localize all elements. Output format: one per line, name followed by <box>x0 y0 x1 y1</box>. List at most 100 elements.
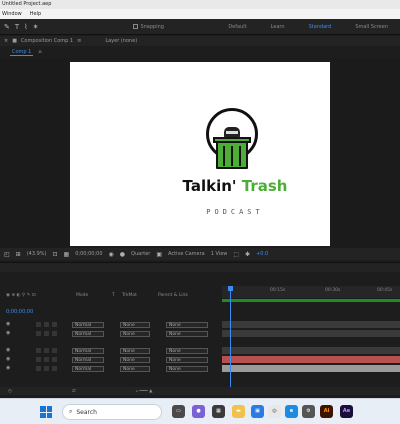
render-time-icon[interactable]: ◷ <box>8 389 12 394</box>
chrome-icon[interactable]: ◎ <box>268 405 281 418</box>
column-t[interactable]: T <box>112 293 115 298</box>
playhead[interactable] <box>230 286 231 394</box>
grid-icon[interactable]: ⊞ <box>16 251 21 258</box>
edge-icon[interactable]: e <box>285 405 298 418</box>
store-icon[interactable]: ▣ <box>251 405 264 418</box>
layer-trkmat-select[interactable]: None <box>120 322 150 328</box>
visibility-eye-icon[interactable]: ◉ <box>6 330 10 336</box>
layer-trkmat-select[interactable]: None <box>120 331 150 337</box>
zoom-select[interactable]: (43.9%) <box>27 251 47 257</box>
transparency-grid-icon[interactable]: ▦ <box>64 251 70 258</box>
work-area-bar[interactable] <box>222 299 400 302</box>
flowchart-icon[interactable]: ⬚ <box>233 251 239 258</box>
layer-parent-select[interactable]: None <box>166 322 208 328</box>
region-icon[interactable]: ⊡ <box>53 251 58 258</box>
layer-mode-select[interactable]: Normal <box>72 348 104 354</box>
fast-preview-icon[interactable]: ▣ <box>156 251 162 258</box>
layer-parent-select[interactable]: None <box>166 331 208 337</box>
layer-panel-label[interactable]: Layer (none) <box>105 38 137 44</box>
panel-lock-icon[interactable]: ■ <box>12 38 17 44</box>
widgets-icon[interactable]: ▦ <box>212 405 225 418</box>
playhead-handle[interactable] <box>228 286 233 291</box>
layer-row[interactable]: ◉ Normal None None <box>0 356 400 364</box>
layer-switch[interactable] <box>36 331 41 336</box>
layer-switch[interactable] <box>52 366 57 371</box>
brush-tool-icon[interactable]: ⌇ <box>24 23 27 31</box>
column-trkmat[interactable]: TrkMat <box>122 293 137 298</box>
menu-help[interactable]: Help <box>30 9 41 19</box>
layer-mode-select[interactable]: Normal <box>72 357 104 363</box>
layer-row[interactable]: ◉ Normal None None <box>0 321 400 329</box>
pen-tool-icon[interactable]: ✎ <box>4 23 10 31</box>
always-preview-icon[interactable]: ◰ <box>4 251 10 258</box>
layer-switch[interactable] <box>44 322 49 327</box>
workspace-default[interactable]: Default <box>228 24 246 30</box>
layer-trkmat-select[interactable]: None <box>120 357 150 363</box>
exposure-value[interactable]: +0.0 <box>256 251 268 257</box>
puppet-tool-icon[interactable]: ✶ <box>33 23 39 31</box>
color-channel-icon[interactable]: ● <box>120 251 125 258</box>
task-view-icon[interactable]: ▭ <box>172 405 185 418</box>
snapping-toggle[interactable]: Snapping <box>133 24 164 30</box>
text-tool-icon[interactable]: T <box>15 23 19 31</box>
layer-row[interactable]: ◉ Normal None None <box>0 330 400 338</box>
layer-duration-bar[interactable] <box>222 321 400 328</box>
composition-canvas[interactable]: Talkin' Trash PODCAST <box>70 62 330 246</box>
toggle-switches-icon[interactable]: ⇄ <box>72 389 76 394</box>
layer-trkmat-select[interactable]: None <box>120 366 150 372</box>
layer-switch[interactable] <box>52 322 57 327</box>
layer-parent-select[interactable]: None <box>166 366 208 372</box>
ae-icon[interactable]: Ae <box>340 405 353 418</box>
layer-switch[interactable] <box>52 331 57 336</box>
layer-row[interactable]: ◉ Normal None None <box>0 347 400 355</box>
visibility-eye-icon[interactable]: ◉ <box>6 365 10 371</box>
layer-trkmat-select[interactable]: None <box>120 348 150 354</box>
snapping-checkbox[interactable] <box>133 24 139 29</box>
column-mode[interactable]: Mode <box>76 293 88 298</box>
3d-renderer-icon[interactable]: ✱ <box>245 251 250 258</box>
current-time[interactable]: 0;00;00;00 <box>75 251 102 257</box>
settings-icon[interactable]: ⚙ <box>302 405 315 418</box>
zoom-slider-icon[interactable]: ▵ ━━━ ▲ <box>136 389 153 394</box>
file-explorer-icon[interactable]: ▬ <box>232 405 245 418</box>
timeline-timecode[interactable]: 0;00;00;00 <box>6 309 33 315</box>
column-parent[interactable]: Parent & Link <box>158 293 188 298</box>
layer-switch[interactable] <box>36 357 41 362</box>
layer-switch[interactable] <box>36 322 41 327</box>
layer-switch[interactable] <box>44 331 49 336</box>
layer-duration-bar[interactable] <box>222 347 400 354</box>
time-ruler[interactable]: 00:15s 00:30s 00:45s <box>222 286 400 298</box>
layer-mode-select[interactable]: Normal <box>72 331 104 337</box>
visibility-eye-icon[interactable]: ◉ <box>6 347 10 353</box>
layer-duration-bar[interactable] <box>222 330 400 337</box>
layer-duration-bar[interactable] <box>222 365 400 372</box>
visibility-eye-icon[interactable]: ◉ <box>6 321 10 327</box>
chat-icon[interactable]: ● <box>192 405 205 418</box>
layer-parent-select[interactable]: None <box>166 348 208 354</box>
composition-title[interactable]: Composition Comp 1 <box>21 38 73 44</box>
tab-comp-1[interactable]: Comp 1 <box>10 49 34 56</box>
layer-duration-bar[interactable] <box>222 356 400 363</box>
close-icon[interactable]: × <box>4 38 8 44</box>
layer-parent-select[interactable]: None <box>166 357 208 363</box>
panel-menu-icon[interactable]: ≡ <box>77 38 81 44</box>
layer-mode-select[interactable]: Normal <box>72 366 104 372</box>
layer-switch[interactable] <box>36 366 41 371</box>
snapshot-icon[interactable]: ◉ <box>109 251 114 258</box>
resolution-select[interactable]: Quarter <box>131 251 150 257</box>
layer-mode-select[interactable]: Normal <box>72 322 104 328</box>
visibility-eye-icon[interactable]: ◉ <box>6 356 10 362</box>
lock-icon[interactable]: ⌂ <box>38 49 41 55</box>
layer-switch[interactable] <box>52 357 57 362</box>
layer-switch[interactable] <box>36 348 41 353</box>
workspace-standard[interactable]: Standard <box>309 24 332 30</box>
view-layout-select[interactable]: 1 View <box>211 251 228 257</box>
layer-switch[interactable] <box>44 348 49 353</box>
workspace-small-screen[interactable]: Small Screen <box>355 24 388 30</box>
layer-switch[interactable] <box>52 348 57 353</box>
workspace-learn[interactable]: Learn <box>271 24 285 30</box>
ai-icon[interactable]: Ai <box>320 405 333 418</box>
layer-switch[interactable] <box>44 366 49 371</box>
windows-start-icon[interactable] <box>40 406 52 418</box>
layer-switch[interactable] <box>44 357 49 362</box>
